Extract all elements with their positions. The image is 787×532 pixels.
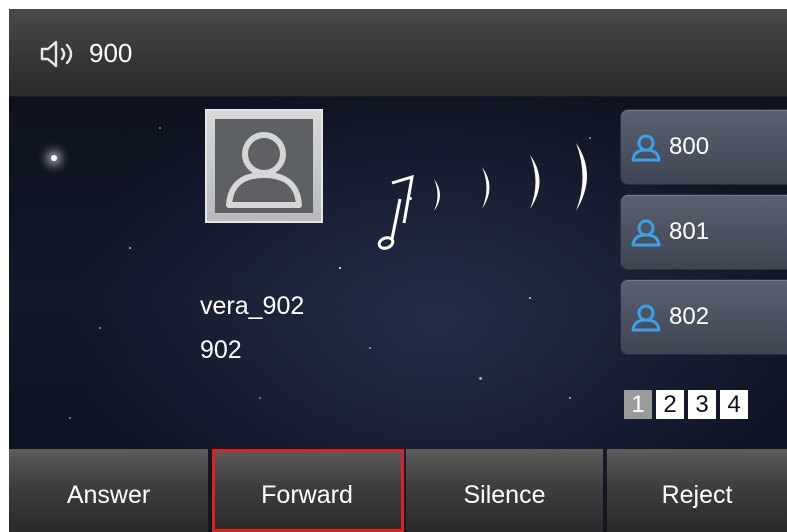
current-line-number: 900 <box>89 38 133 68</box>
person-icon <box>631 304 661 332</box>
caller-avatar <box>205 109 323 223</box>
account-key-801[interactable]: 801 <box>620 194 787 270</box>
page-3[interactable]: 3 <box>688 390 716 419</box>
caller-number: 902 <box>200 336 242 364</box>
person-icon <box>631 219 661 247</box>
page-2[interactable]: 2 <box>656 390 684 419</box>
account-key-802[interactable]: 802 <box>620 279 787 355</box>
contact-avatar-icon <box>215 119 313 213</box>
account-label: 802 <box>669 303 710 330</box>
answer-button[interactable]: Answer <box>9 449 210 532</box>
ringing-music-icon <box>377 143 587 250</box>
speaker-icon <box>40 40 73 68</box>
reject-button[interactable]: Reject <box>607 449 787 532</box>
forward-button[interactable]: Forward <box>212 449 404 532</box>
status-bar: 900 <box>9 9 787 97</box>
page-4[interactable]: 4 <box>720 390 748 419</box>
person-icon <box>631 134 661 162</box>
account-key-800[interactable]: 800 <box>620 109 787 185</box>
phone-screen: 900 vera_902 902 800 801 802 1 2 3 4 Ans… <box>9 9 787 532</box>
page-1[interactable]: 1 <box>624 390 652 419</box>
silence-button[interactable]: Silence <box>406 449 605 532</box>
account-label: 801 <box>669 218 710 245</box>
caller-name: vera_902 <box>200 292 305 320</box>
account-label: 800 <box>669 133 710 160</box>
softkey-bar: Answer Forward Silence Reject <box>9 449 787 532</box>
